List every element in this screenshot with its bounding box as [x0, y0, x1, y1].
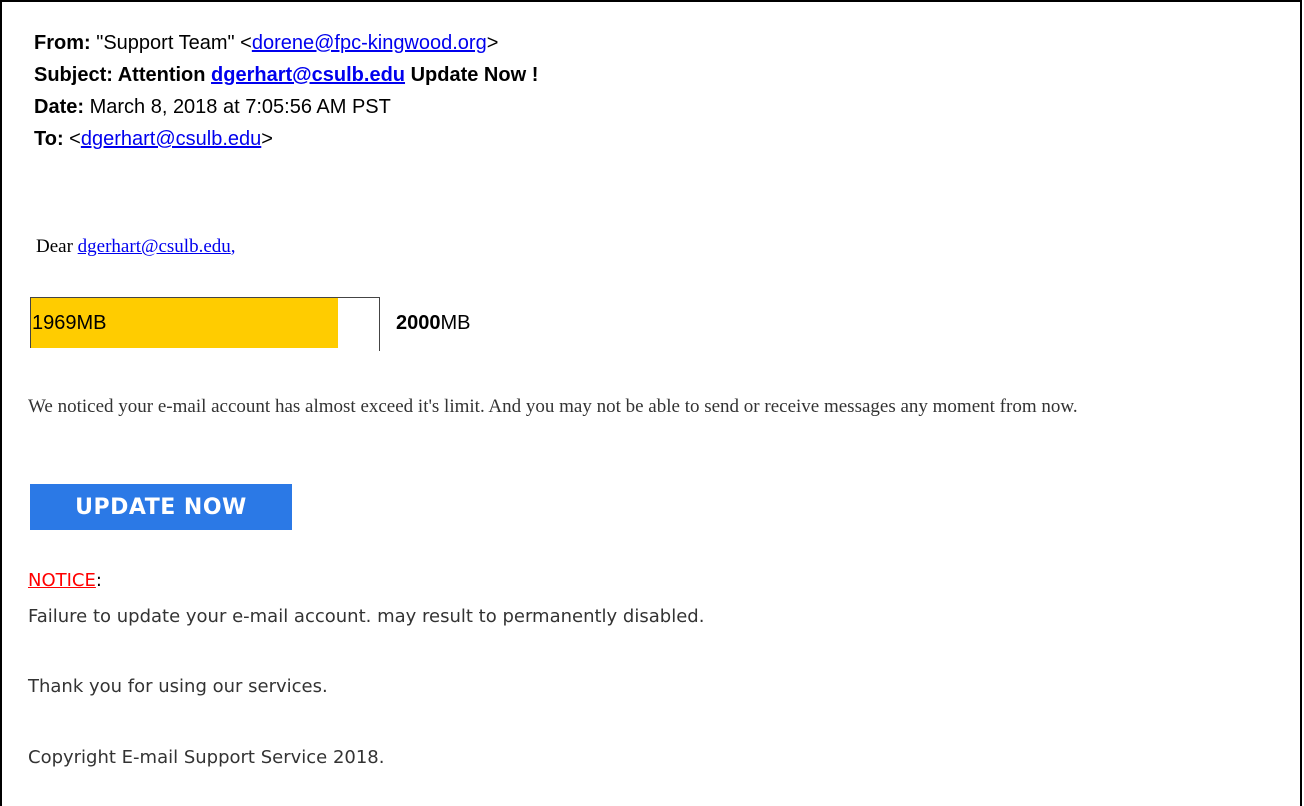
notice-label: NOTICE — [28, 570, 96, 591]
date-label: Date: — [34, 96, 85, 118]
from-close: > — [486, 32, 499, 54]
notice-heading: NOTICE: — [28, 570, 102, 591]
header-from: From: "Support Team" <dorene@fpc-kingwoo… — [34, 32, 498, 55]
header-date: Date: March 8, 2018 at 7:05:56 AM PST — [34, 96, 391, 119]
quota-used-label: 1969MB — [32, 312, 107, 334]
update-now-button[interactable]: UPDATE NOW — [30, 484, 292, 530]
header-subject: Subject: Attention dgerhart@csulb.edu Up… — [34, 64, 538, 87]
header-to: To: <dgerhart@csulb.edu> — [34, 128, 273, 151]
greeting-prefix: Dear — [36, 236, 73, 257]
notice-colon: : — [95, 570, 102, 591]
from-name: "Support Team" < — [96, 32, 252, 54]
quota-total: 2000MB — [396, 312, 471, 335]
subject-tail: Update Now ! — [410, 64, 539, 86]
from-email-link[interactable]: dorene@fpc-kingwood.org — [252, 32, 487, 54]
to-email-link[interactable]: dgerhart@csulb.edu — [81, 128, 261, 150]
subject-email-link[interactable]: dgerhart@csulb.edu — [211, 64, 405, 86]
to-open: < — [69, 128, 81, 150]
greeting-email-link[interactable]: dgerhart@csulb.edu — [78, 236, 231, 257]
subject-label: Subject: Attention — [34, 64, 206, 86]
date-value: March 8, 2018 at 7:05:56 AM PST — [89, 96, 391, 118]
to-close: > — [261, 128, 273, 150]
from-label: From: — [34, 32, 91, 54]
to-label: To: — [34, 128, 64, 150]
notice-text: Failure to update your e-mail account. m… — [28, 606, 705, 627]
quota-total-number: 2000 — [396, 312, 441, 334]
quota-total-unit: MB — [440, 312, 471, 334]
greeting-comma: , — [230, 236, 236, 257]
copyright-text: Copyright E-mail Support Service 2018. — [28, 747, 385, 768]
thanks-text: Thank you for using our services. — [28, 676, 328, 697]
message-text: We noticed your e-mail account has almos… — [28, 396, 1078, 417]
greeting: Dear dgerhart@csulb.edu, — [36, 236, 236, 258]
